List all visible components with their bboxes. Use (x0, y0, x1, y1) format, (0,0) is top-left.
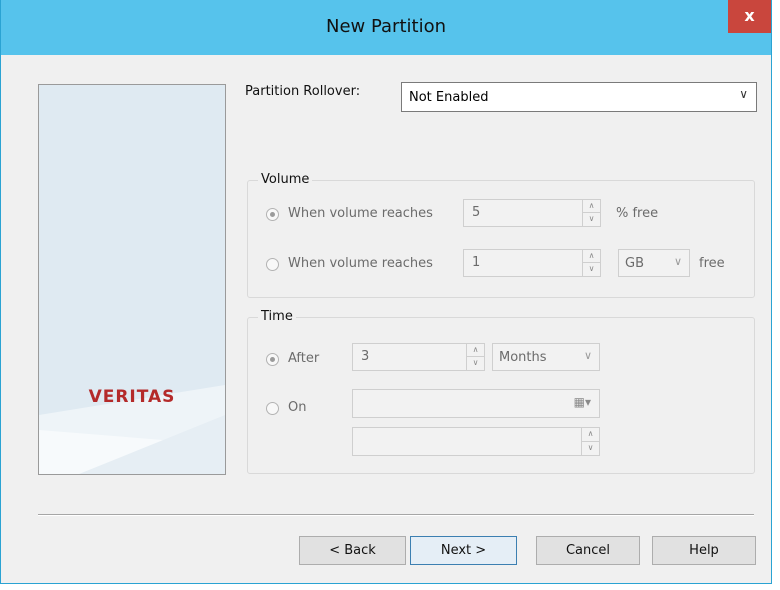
close-button[interactable]: x (728, 0, 771, 33)
time-after-label: After (288, 351, 320, 366)
volume-size-input[interactable]: 1 ∧ ∨ (463, 249, 601, 277)
dialog-window: New Partition x VERITAS Partition Rollov… (0, 0, 772, 584)
close-icon: x (744, 6, 755, 25)
time-period-value: Months (499, 350, 547, 365)
footer-separator (38, 514, 754, 516)
time-after-radio[interactable] (266, 353, 279, 366)
brand-panel: VERITAS (38, 84, 226, 475)
volume-percent-label: When volume reaches (288, 206, 433, 221)
calendar-icon[interactable]: ▦▾ (574, 395, 591, 409)
time-period-select[interactable]: Months ∨ (492, 343, 600, 371)
partition-rollover-value: Not Enabled (409, 90, 489, 105)
cancel-button[interactable]: Cancel (536, 536, 640, 565)
volume-percent-radio[interactable] (266, 208, 279, 221)
next-button[interactable]: Next > (410, 536, 517, 565)
dialog-title: New Partition (326, 16, 446, 37)
spinner-arrows-icon[interactable]: ∧ ∨ (466, 344, 484, 370)
title-bar[interactable]: New Partition x (1, 0, 771, 55)
volume-size-radio[interactable] (266, 258, 279, 271)
chevron-down-icon: ∨ (673, 255, 682, 268)
chevron-down-icon: ∨ (583, 349, 592, 362)
volume-legend: Volume (258, 172, 313, 187)
volume-unit-value: GB (625, 256, 644, 271)
volume-size-label: When volume reaches (288, 256, 433, 271)
time-on-radio[interactable] (266, 402, 279, 415)
help-button[interactable]: Help (652, 536, 756, 565)
time-legend: Time (258, 309, 296, 324)
brand-background-art (39, 385, 225, 474)
volume-percent-unit: % free (616, 206, 659, 221)
time-after-input[interactable]: 3 ∧ ∨ (352, 343, 485, 371)
volume-size-value: 1 (472, 255, 481, 270)
chevron-down-icon: ∨ (739, 87, 748, 101)
volume-percent-value: 5 (472, 205, 481, 220)
volume-unit-select[interactable]: GB ∨ (618, 249, 690, 277)
spinner-arrows-icon[interactable]: ∧ ∨ (581, 428, 599, 455)
volume-size-suffix: free (699, 256, 725, 271)
time-after-value: 3 (361, 349, 370, 364)
time-on-date-picker[interactable]: ▦▾ (352, 389, 600, 418)
veritas-logo: VERITAS (88, 387, 176, 407)
back-button[interactable]: < Back (299, 536, 406, 565)
volume-group: Volume (247, 172, 755, 298)
partition-rollover-select[interactable]: Not Enabled ∨ (401, 82, 757, 112)
time-on-label: On (288, 400, 307, 415)
partition-rollover-label: Partition Rollover: (245, 84, 361, 99)
spinner-arrows-icon[interactable]: ∧ ∨ (582, 250, 600, 276)
volume-percent-input[interactable]: 5 ∧ ∨ (463, 199, 601, 227)
time-on-time-input[interactable]: ∧ ∨ (352, 427, 600, 456)
spinner-arrows-icon[interactable]: ∧ ∨ (582, 200, 600, 226)
